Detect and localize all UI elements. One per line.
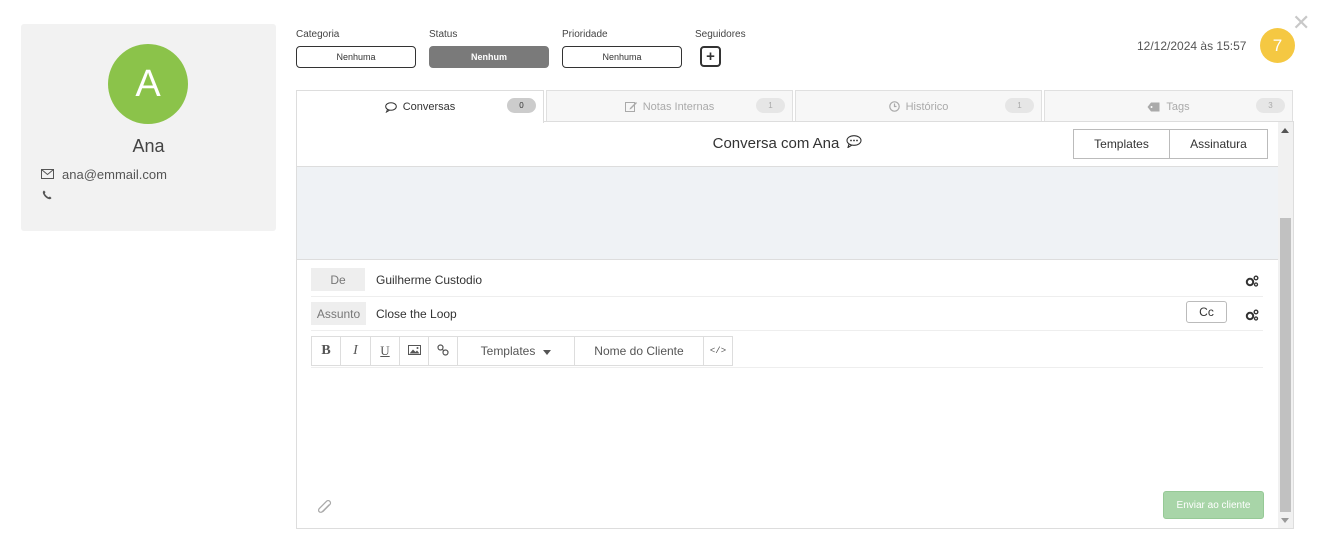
tab-count: 0 <box>507 98 536 113</box>
tab-count: 3 <box>1256 98 1285 113</box>
message-editor[interactable] <box>311 368 1263 488</box>
link-icon <box>437 343 449 359</box>
image-button[interactable] <box>400 337 429 365</box>
conversation-panel: Conversa com Ana Templates Assinatura De… <box>296 121 1294 529</box>
phone-icon <box>42 189 52 203</box>
paperclip-icon[interactable] <box>317 499 333 522</box>
datetime: 12/12/2024 às 15:57 <box>1137 39 1247 53</box>
edit-note-icon <box>624 101 637 112</box>
from-row: De Guilherme Custodio <box>311 264 1263 297</box>
cogs-icon[interactable] <box>1245 308 1259 326</box>
link-button[interactable] <box>429 337 458 365</box>
contact-card: A Ana ana@emmail.com <box>21 24 276 231</box>
image-icon <box>407 344 421 358</box>
conversation-header: Conversa com Ana Templates Assinatura <box>297 122 1278 167</box>
tab-count: 1 <box>756 98 785 113</box>
contact-email-text: ana@emmail.com <box>62 167 167 182</box>
signature-button[interactable]: Assinatura <box>1169 129 1268 159</box>
close-icon[interactable]: ✕ <box>1292 12 1310 34</box>
priority-label: Prioridade <box>562 29 608 40</box>
counter-badge: 7 <box>1260 28 1295 63</box>
templates-button[interactable]: Templates <box>1073 129 1170 159</box>
cc-button[interactable]: Cc <box>1186 301 1227 323</box>
subject-value[interactable]: Close the Loop <box>376 307 457 321</box>
tab-label: Histórico <box>905 100 949 113</box>
scroll-thumb[interactable] <box>1280 218 1291 512</box>
caret-down-icon <box>543 344 552 358</box>
send-to-client-button[interactable]: Enviar ao cliente <box>1163 491 1264 519</box>
contact-email[interactable]: ana@emmail.com <box>41 167 167 182</box>
editor-toolbar: B I U Templates Nome do Cliente </> <box>311 336 733 366</box>
envelope-icon <box>41 167 54 182</box>
templates-dropdown[interactable]: Templates <box>458 337 575 365</box>
cogs-icon[interactable] <box>1245 274 1259 292</box>
tab-label: Tags <box>1166 100 1190 113</box>
tab-conversas[interactable]: Conversas 0 <box>296 90 544 123</box>
conversation-title-text: Conversa com Ana <box>712 135 840 152</box>
code-view-button[interactable]: </> <box>704 337 732 365</box>
chat-bubble-icon <box>384 101 397 113</box>
clock-icon <box>888 101 900 112</box>
chat-dots-icon <box>846 135 862 152</box>
category-label: Categoria <box>296 29 340 40</box>
messages-area <box>297 167 1278 260</box>
followers-label: Seguidores <box>695 29 746 40</box>
subject-label: Assunto <box>311 302 366 325</box>
subject-row: Assunto Close the Loop Cc <box>311 298 1263 331</box>
contact-name: Ana <box>132 136 165 156</box>
priority-select[interactable]: Nenhuma <box>562 46 682 68</box>
status-label: Status <box>429 29 458 40</box>
tab-tags[interactable]: Tags 3 <box>1044 90 1293 122</box>
tab-count: 1 <box>1005 98 1034 113</box>
italic-button[interactable]: I <box>341 337 371 365</box>
tab-label: Notas Internas <box>642 100 715 113</box>
from-value[interactable]: Guilherme Custodio <box>376 273 482 287</box>
tab-notas-internas[interactable]: Notas Internas 1 <box>546 90 793 122</box>
bold-button[interactable]: B <box>312 337 341 365</box>
scroll-down-arrow-icon[interactable] <box>1281 518 1289 523</box>
status-select[interactable]: Nenhum <box>429 46 549 68</box>
tab-historico[interactable]: Histórico 1 <box>795 90 1042 122</box>
from-label: De <box>311 268 365 291</box>
tab-label: Conversas <box>402 101 456 113</box>
scrollbar[interactable] <box>1278 122 1293 528</box>
category-select[interactable]: Nenhuma <box>296 46 416 68</box>
add-follower-button[interactable]: + <box>700 46 721 67</box>
templates-dropdown-label: Templates <box>480 344 536 358</box>
scroll-up-arrow-icon[interactable] <box>1281 128 1289 133</box>
underline-button[interactable]: U <box>371 337 400 365</box>
avatar: A <box>108 44 188 124</box>
client-name-button[interactable]: Nome do Cliente <box>575 337 704 365</box>
tag-icon <box>1147 102 1160 112</box>
